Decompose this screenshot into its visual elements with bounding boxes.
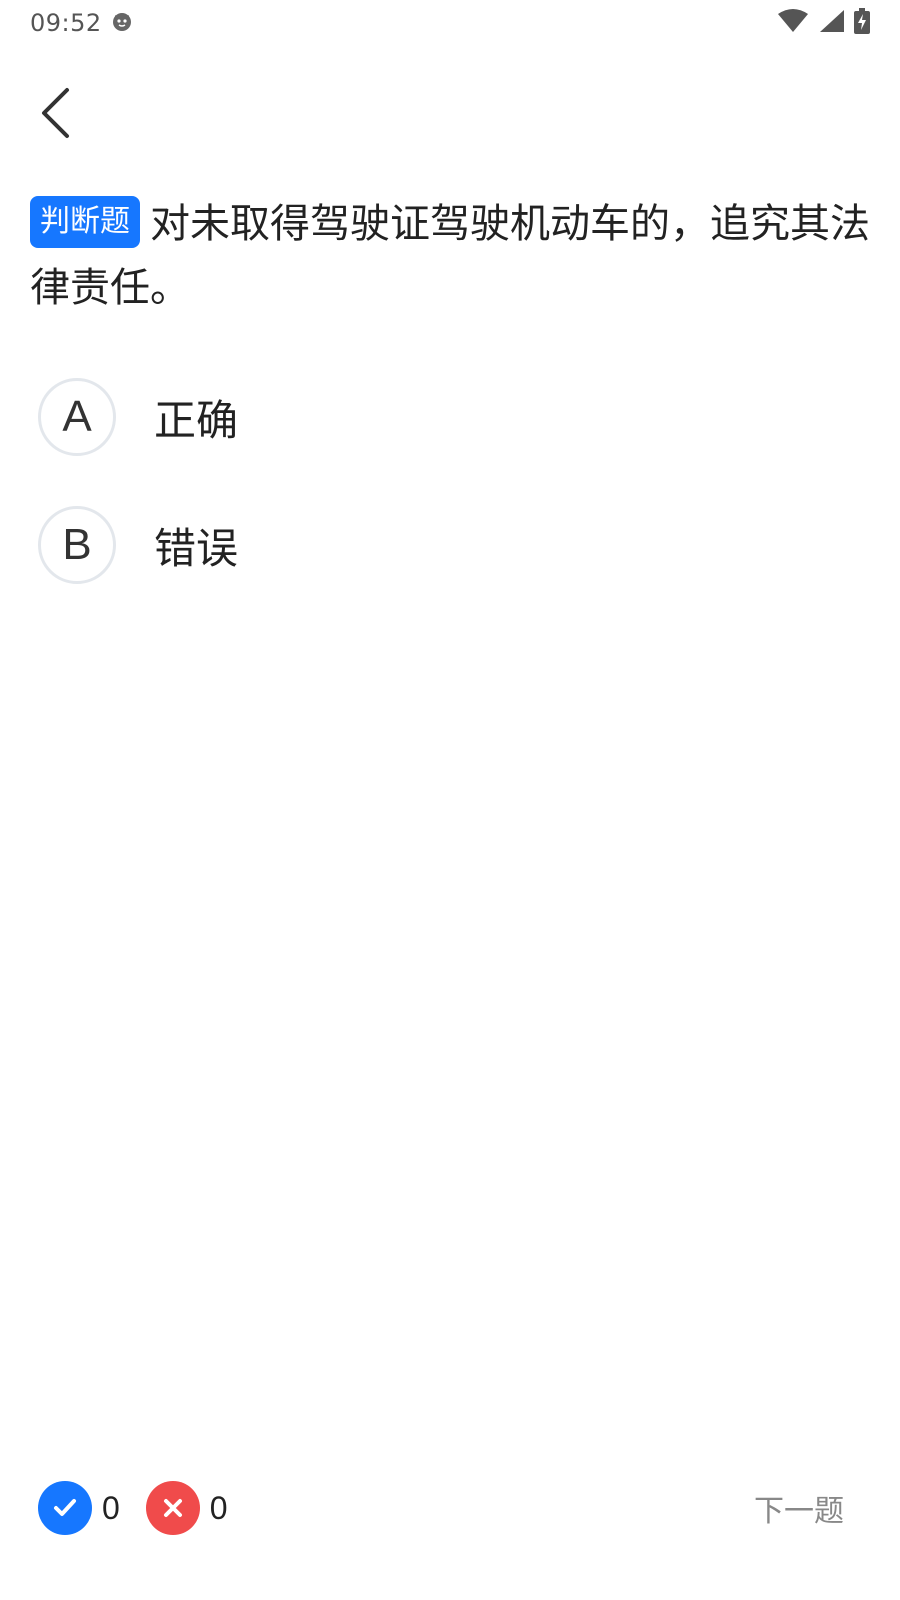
back-button[interactable]: [30, 82, 80, 148]
status-left: 09:52: [30, 9, 134, 37]
status-right: [778, 8, 870, 38]
option-label: 错误: [154, 523, 239, 573]
wrong-stat: 0: [145, 1481, 228, 1535]
option-letter-circle: B: [38, 506, 116, 584]
question-type-badge: 判断题: [30, 196, 140, 248]
correct-stat: 0: [38, 1481, 120, 1535]
chevron-left-icon: [39, 87, 71, 143]
status-time: 09:52: [30, 9, 102, 37]
option-letter-circle: A: [38, 378, 116, 456]
close-icon: [145, 1481, 200, 1535]
status-bar: 09:52: [0, 0, 900, 46]
option-label: 正确: [154, 395, 239, 445]
footer-bar: 0 0 下一题: [0, 1476, 900, 1540]
battery-charging-icon: [854, 8, 870, 38]
question-text-block: 判断题 对未取得驾驶证驾驶机动车的，追究其法律责任。: [30, 192, 870, 320]
wifi-icon: [778, 9, 808, 37]
option-b[interactable]: B 错误: [38, 506, 858, 584]
notification-cat-icon: [110, 9, 134, 37]
question-text: 对未取得驾驶证驾驶机动车的，追究其法律责任。: [30, 201, 870, 311]
correct-count: 0: [102, 1489, 120, 1526]
check-icon: [38, 1481, 92, 1535]
signal-icon: [818, 9, 844, 37]
option-a[interactable]: A 正确: [38, 378, 858, 456]
wrong-count: 0: [209, 1489, 228, 1526]
next-question-button[interactable]: 下一题: [754, 1486, 862, 1530]
